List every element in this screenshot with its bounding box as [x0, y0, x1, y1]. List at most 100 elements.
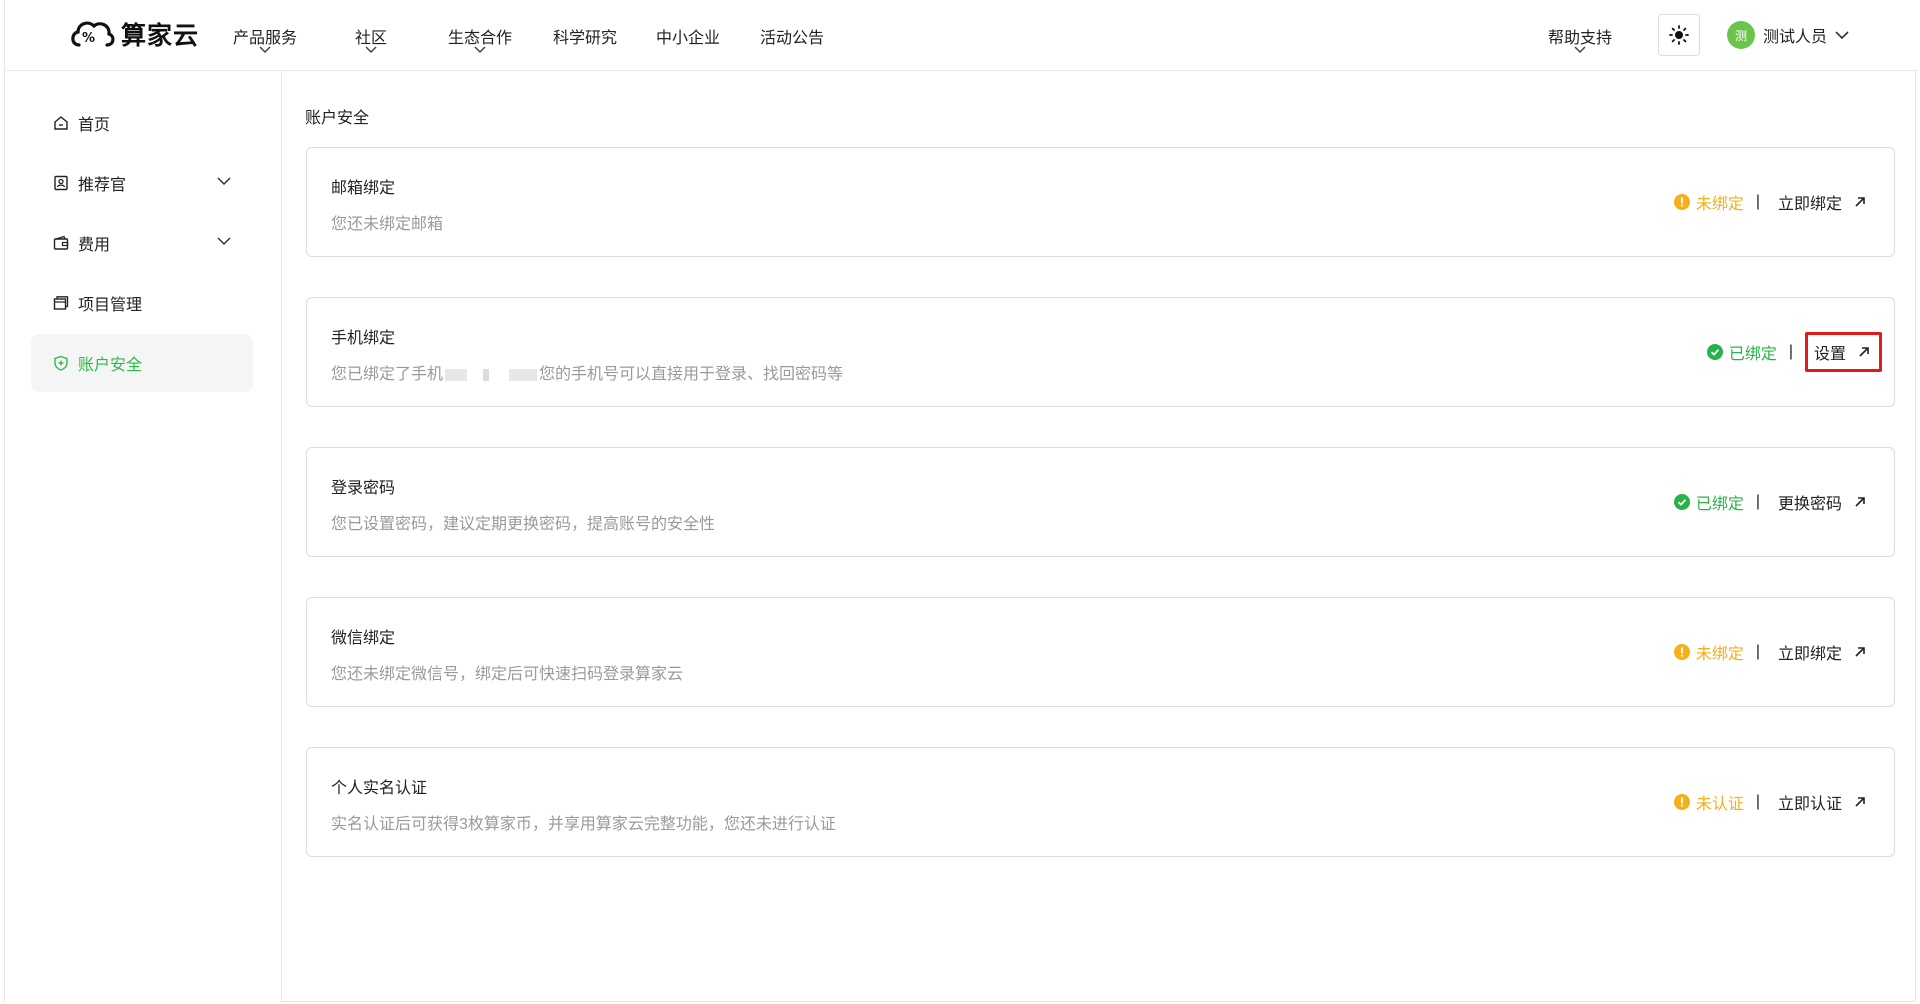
logo-icon: %	[71, 21, 115, 47]
action-label: 更换密码	[1777, 496, 1842, 513]
user-name: 测试人员	[1763, 29, 1828, 46]
action-label: 立即认证	[1777, 796, 1842, 813]
card-title: 微信绑定	[331, 630, 396, 647]
sidebar-item-label: 首页	[78, 117, 111, 134]
avatar: 测	[1727, 21, 1755, 49]
chevron-down-icon	[1574, 46, 1586, 54]
status-badge: 未绑定	[1673, 190, 1744, 214]
check-circle-icon	[1706, 344, 1723, 360]
warning-icon	[1673, 644, 1690, 660]
status-badge: 已绑定	[1706, 340, 1777, 364]
sidebar-item-label: 推荐官	[78, 177, 127, 194]
sidebar-item-referral[interactable]: 推荐官	[31, 154, 253, 212]
arrow-up-right-icon	[1859, 347, 1869, 357]
nav-announcements-label: 活动公告	[760, 30, 825, 47]
bind-email-button[interactable]: 立即绑定	[1772, 182, 1872, 222]
nav-sme[interactable]: 中小企业	[656, 0, 720, 71]
chevron-down-icon	[474, 46, 486, 54]
svg-text:%: %	[82, 31, 95, 46]
status-text: 未绑定	[1695, 646, 1744, 663]
masked-phone-number	[483, 368, 490, 381]
chevron-down-icon	[1835, 31, 1849, 40]
real-name-verification-card: 个人实名认证 实名认证后可获得3枚算家币，并享用算家云完整功能，您还未进行认证 …	[306, 747, 1895, 857]
wechat-binding-card: 微信绑定 您还未绑定微信号，绑定后可快速扫码登录算家云 未绑定 | 立即绑定	[306, 597, 1895, 707]
warning-icon	[1673, 794, 1690, 810]
card-description-suffix: 您的手机号可以直接用于登录、找回密码等	[539, 366, 844, 383]
nav-ecosystem-label: 生态合作	[448, 30, 513, 47]
bind-wechat-button[interactable]: 立即绑定	[1772, 632, 1872, 672]
home-icon	[53, 115, 69, 131]
phone-settings-button[interactable]: 设置	[1804, 332, 1882, 372]
app-frame: % 算家云 产品服务 社区 生态合作 科学研究 中小企业 活动公告 帮助支持 测…	[4, 0, 1917, 1002]
nav-community[interactable]: 社区	[354, 0, 388, 71]
status-badge: 未绑定	[1673, 640, 1744, 664]
nav-research[interactable]: 科学研究	[553, 0, 617, 71]
card-description: 实名认证后可获得3枚算家币，并享用算家云完整功能，您还未进行认证	[331, 816, 836, 833]
arrow-up-right-icon	[1855, 647, 1865, 657]
separator: |	[1755, 643, 1760, 660]
status-badge: 未认证	[1673, 790, 1744, 814]
sidebar-item-billing[interactable]: 费用	[31, 214, 253, 272]
masked-phone-number	[445, 368, 468, 381]
status-text: 已绑定	[1695, 496, 1744, 513]
theme-toggle-button[interactable]	[1658, 14, 1700, 56]
help-support-label: 帮助支持	[1547, 30, 1612, 47]
action-label: 设置	[1813, 346, 1846, 363]
chevron-down-icon	[217, 177, 231, 186]
card-title: 个人实名认证	[331, 780, 428, 797]
nav-products-label: 产品服务	[233, 30, 298, 47]
arrow-up-right-icon	[1855, 197, 1865, 207]
change-password-button[interactable]: 更换密码	[1772, 482, 1872, 522]
chevron-down-icon	[365, 46, 377, 54]
sidebar-item-label: 费用	[78, 237, 111, 254]
status-text: 未认证	[1695, 796, 1744, 813]
chevron-down-icon	[259, 46, 271, 54]
help-support[interactable]: 帮助支持	[1545, 24, 1615, 64]
nav-sme-label: 中小企业	[656, 30, 721, 47]
card-description-prefix: 您已绑定了手机	[331, 366, 444, 383]
card-description: 您还未绑定微信号，绑定后可快速扫码登录算家云	[331, 666, 684, 683]
warning-icon	[1673, 194, 1690, 210]
logo-text: 算家云	[121, 22, 200, 50]
sidebar-item-home[interactable]: 首页	[31, 94, 253, 152]
masked-phone-number	[509, 368, 538, 381]
card-description: 您已绑定了手机 您的手机号可以直接用于登录、找回密码等	[331, 360, 843, 384]
sidebar-item-label: 账户安全	[78, 357, 143, 374]
verify-identity-button[interactable]: 立即认证	[1772, 782, 1872, 822]
wallet-icon	[53, 235, 69, 251]
status-text: 已绑定	[1728, 346, 1777, 363]
phone-binding-card: 手机绑定 您已绑定了手机 您的手机号可以直接用于登录、找回密码等 已绑定 | 设置	[306, 297, 1895, 407]
separator: |	[1755, 793, 1760, 810]
nav-research-label: 科学研究	[553, 30, 618, 47]
check-circle-icon	[1673, 494, 1690, 510]
sidebar-item-projects[interactable]: 项目管理	[31, 274, 253, 332]
sidebar: 首页 推荐官 费用 项目管理 账户安全	[5, 71, 282, 1002]
arrow-up-right-icon	[1855, 797, 1865, 807]
card-description: 您已设置密码，建议定期更换密码，提高账号的安全性	[331, 516, 716, 533]
shield-icon	[53, 355, 69, 371]
card-description: 您还未绑定邮箱	[331, 216, 444, 233]
separator: |	[1755, 193, 1760, 210]
email-binding-card: 邮箱绑定 您还未绑定邮箱 未绑定 | 立即绑定	[306, 147, 1895, 257]
status-text: 未绑定	[1695, 196, 1744, 213]
card-title: 登录密码	[331, 480, 396, 497]
card-title: 手机绑定	[331, 330, 396, 347]
user-menu[interactable]: 测 测试人员	[1727, 20, 1849, 50]
separator: |	[1788, 343, 1793, 360]
top-header: % 算家云 产品服务 社区 生态合作 科学研究 中小企业 活动公告 帮助支持 测…	[5, 0, 1917, 71]
logo[interactable]: % 算家云	[69, 12, 199, 56]
project-icon	[53, 295, 69, 311]
nav-community-label: 社区	[354, 30, 387, 47]
sidebar-item-label: 项目管理	[78, 297, 143, 314]
nav-announcements[interactable]: 活动公告	[760, 0, 824, 71]
main-nav: 产品服务 社区 生态合作 科学研究 中小企业 活动公告	[205, 0, 824, 71]
nav-products[interactable]: 产品服务	[233, 0, 297, 71]
card-title: 邮箱绑定	[331, 180, 396, 197]
arrow-up-right-icon	[1855, 497, 1865, 507]
separator: |	[1755, 493, 1760, 510]
action-label: 立即绑定	[1777, 646, 1842, 663]
action-label: 立即绑定	[1777, 196, 1842, 213]
nav-ecosystem[interactable]: 生态合作	[448, 0, 512, 71]
sun-icon	[1669, 25, 1689, 45]
sidebar-item-account-security[interactable]: 账户安全	[31, 334, 253, 392]
